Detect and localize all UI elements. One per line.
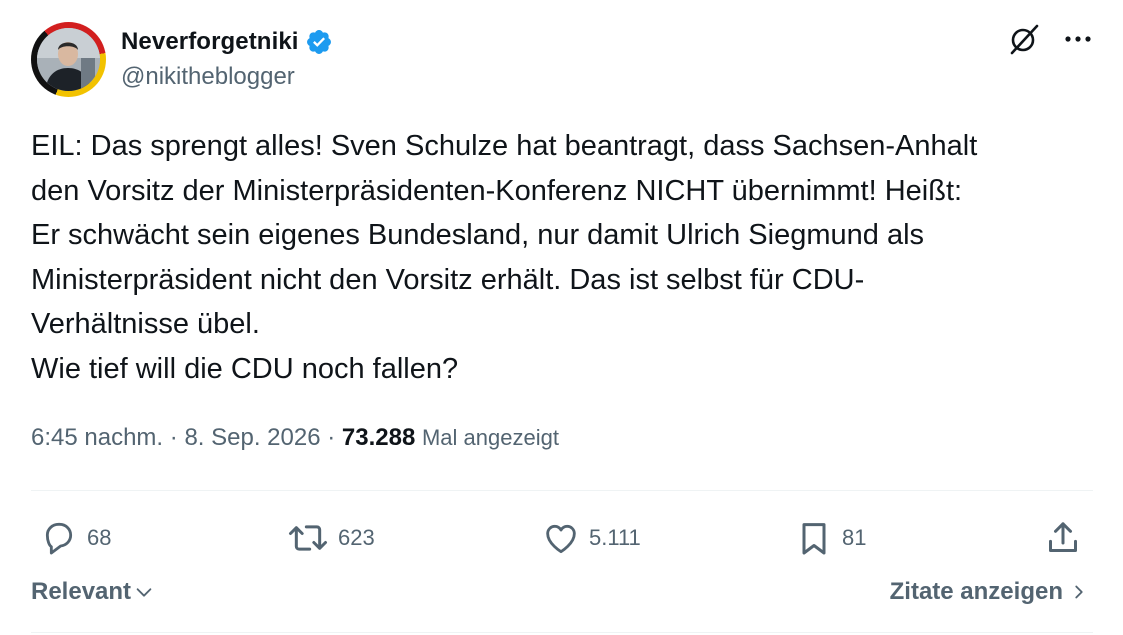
like-count: 5.111 bbox=[589, 525, 641, 550]
bookmark-count: 81 bbox=[842, 525, 867, 550]
view-count-label: Mal angezeigt bbox=[421, 425, 559, 450]
avatar[interactable] bbox=[31, 22, 106, 97]
display-name[interactable]: Neverforgetniki bbox=[121, 28, 299, 56]
action-bar: 68 623 5.111 81 bbox=[31, 513, 1093, 563]
repost-count: 623 bbox=[338, 525, 375, 550]
chevron-right-icon bbox=[1075, 585, 1083, 599]
reply-button[interactable]: 68 bbox=[39, 513, 111, 563]
top-actions bbox=[1007, 22, 1093, 56]
reply-sort-row: Relevant Zitate anzeigen bbox=[31, 578, 1093, 614]
author-name-row[interactable]: Neverforgetniki bbox=[121, 26, 333, 58]
reply-count: 68 bbox=[87, 525, 112, 550]
like-icon bbox=[546, 524, 576, 554]
share-button[interactable] bbox=[1043, 513, 1083, 563]
meta-separator-2: · bbox=[327, 424, 336, 451]
author-handle[interactable]: @nikitheblogger bbox=[121, 63, 295, 91]
tweet-time[interactable]: 6:45 nachm. bbox=[31, 424, 163, 451]
divider-bottom bbox=[31, 632, 1093, 633]
tweet-text: EIL: Das sprengt alles! Sven Schulze hat… bbox=[31, 130, 978, 385]
repost-icon bbox=[289, 525, 327, 551]
sort-label: Relevant bbox=[31, 578, 132, 605]
tweet-meta: 6:45 nachm. · 8. Sep. 2026 · 73.288 Mal … bbox=[31, 424, 559, 452]
avatar-photo bbox=[37, 28, 100, 91]
verified-badge-icon[interactable] bbox=[305, 28, 333, 56]
chevron-down-icon bbox=[136, 588, 152, 597]
bookmark-icon bbox=[802, 523, 826, 555]
sort-dropdown[interactable]: Relevant bbox=[31, 578, 155, 606]
divider-top bbox=[31, 490, 1093, 491]
like-button[interactable]: 5.111 bbox=[541, 513, 641, 563]
more-icon[interactable] bbox=[1063, 24, 1093, 54]
meta-separator: · bbox=[169, 424, 178, 451]
tweet-date[interactable]: 8. Sep. 2026 bbox=[184, 424, 320, 451]
view-quotes-link[interactable]: Zitate anzeigen bbox=[890, 578, 1087, 606]
share-icon bbox=[1049, 522, 1077, 552]
bookmark-button[interactable]: 81 bbox=[794, 513, 866, 563]
reply-icon bbox=[45, 522, 73, 555]
view-count: 73.288 bbox=[341, 424, 416, 451]
grok-icon[interactable] bbox=[1007, 22, 1041, 56]
quotes-label: Zitate anzeigen bbox=[889, 578, 1063, 605]
repost-button[interactable]: 623 bbox=[286, 513, 375, 563]
